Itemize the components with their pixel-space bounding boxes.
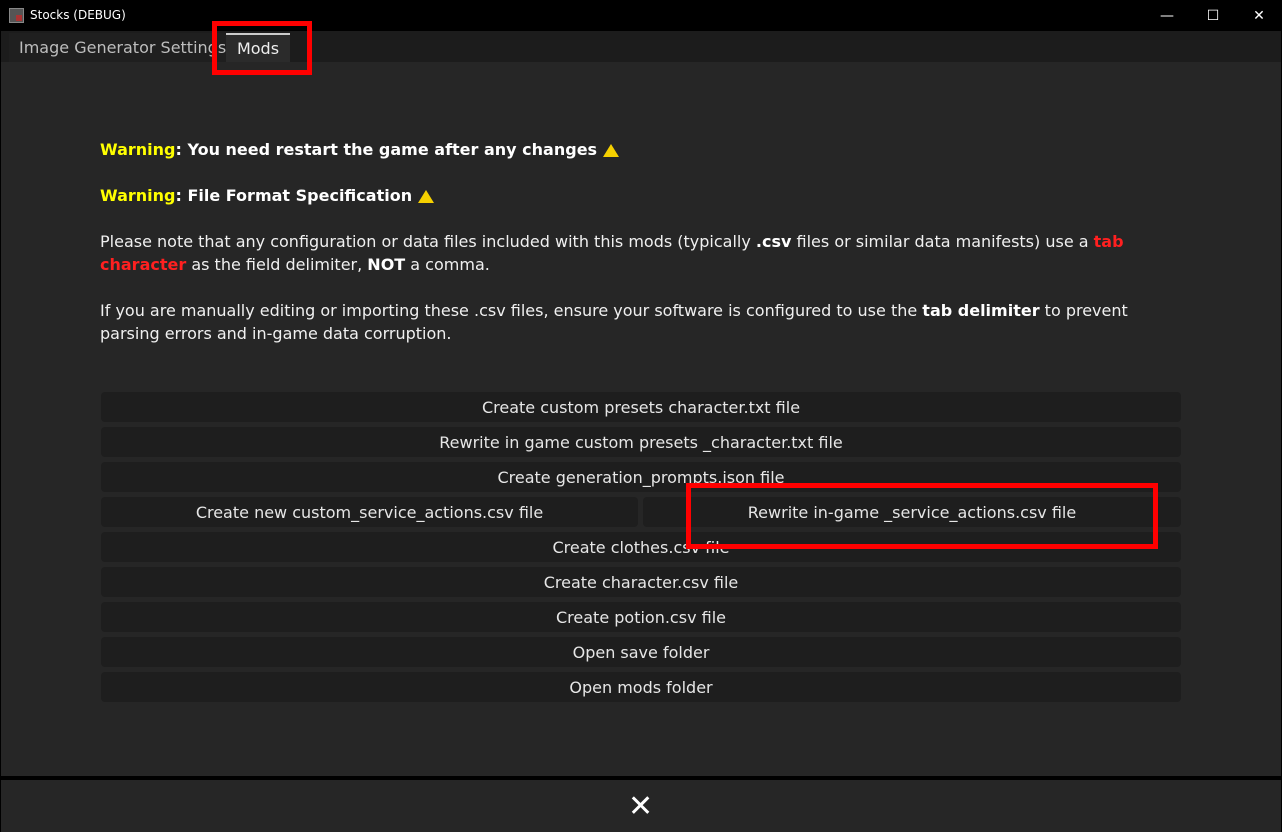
tab-image-generator-settings[interactable]: Image Generator Settings [9,33,241,62]
minimize-button[interactable]: — [1144,0,1190,31]
warning-icon [603,144,620,157]
delimiter-note: Please note that any configuration or da… [100,232,1124,274]
close-window-button[interactable]: ✕ [1236,0,1282,31]
editing-note: If you are manually editing or importing… [100,301,1128,343]
create-presets-button[interactable]: Create custom presets character.txt file [101,392,1181,422]
warning-format: Warning: File Format Specification [100,184,1180,207]
close-icon[interactable]: ✕ [628,792,653,822]
tab-mods[interactable]: Mods [226,33,290,62]
warning-label: Warning [100,140,176,159]
warning-restart: Warning: You need restart the game after… [100,138,1180,161]
rewrite-presets-button[interactable]: Rewrite in game custom presets _characte… [101,427,1181,457]
tab-bar: Image Generator Settings Mods [1,31,1281,62]
title-bar: Stocks (DEBUG) — ☐ ✕ [0,0,1282,31]
warning-label: Warning [100,186,176,205]
create-potion-button[interactable]: Create potion.csv file [101,602,1181,632]
maximize-button[interactable]: ☐ [1190,0,1236,31]
create-service-actions-button[interactable]: Create new custom_service_actions.csv fi… [101,497,638,527]
open-save-folder-button[interactable]: Open save folder [101,637,1181,667]
create-character-button[interactable]: Create character.csv file [101,567,1181,597]
app-icon [9,8,24,23]
warning-text: : File Format Specification [175,186,413,205]
warning-icon [418,190,435,203]
window-title: Stocks (DEBUG) [30,8,126,22]
warning-text: : You need restart the game after any ch… [175,140,598,159]
create-prompts-button[interactable]: Create generation_prompts.json file [101,462,1181,492]
open-mods-folder-button[interactable]: Open mods folder [101,672,1181,702]
create-clothes-button[interactable]: Create clothes.csv file [101,532,1181,562]
rewrite-service-actions-button[interactable]: Rewrite in-game _service_actions.csv fil… [643,497,1181,527]
